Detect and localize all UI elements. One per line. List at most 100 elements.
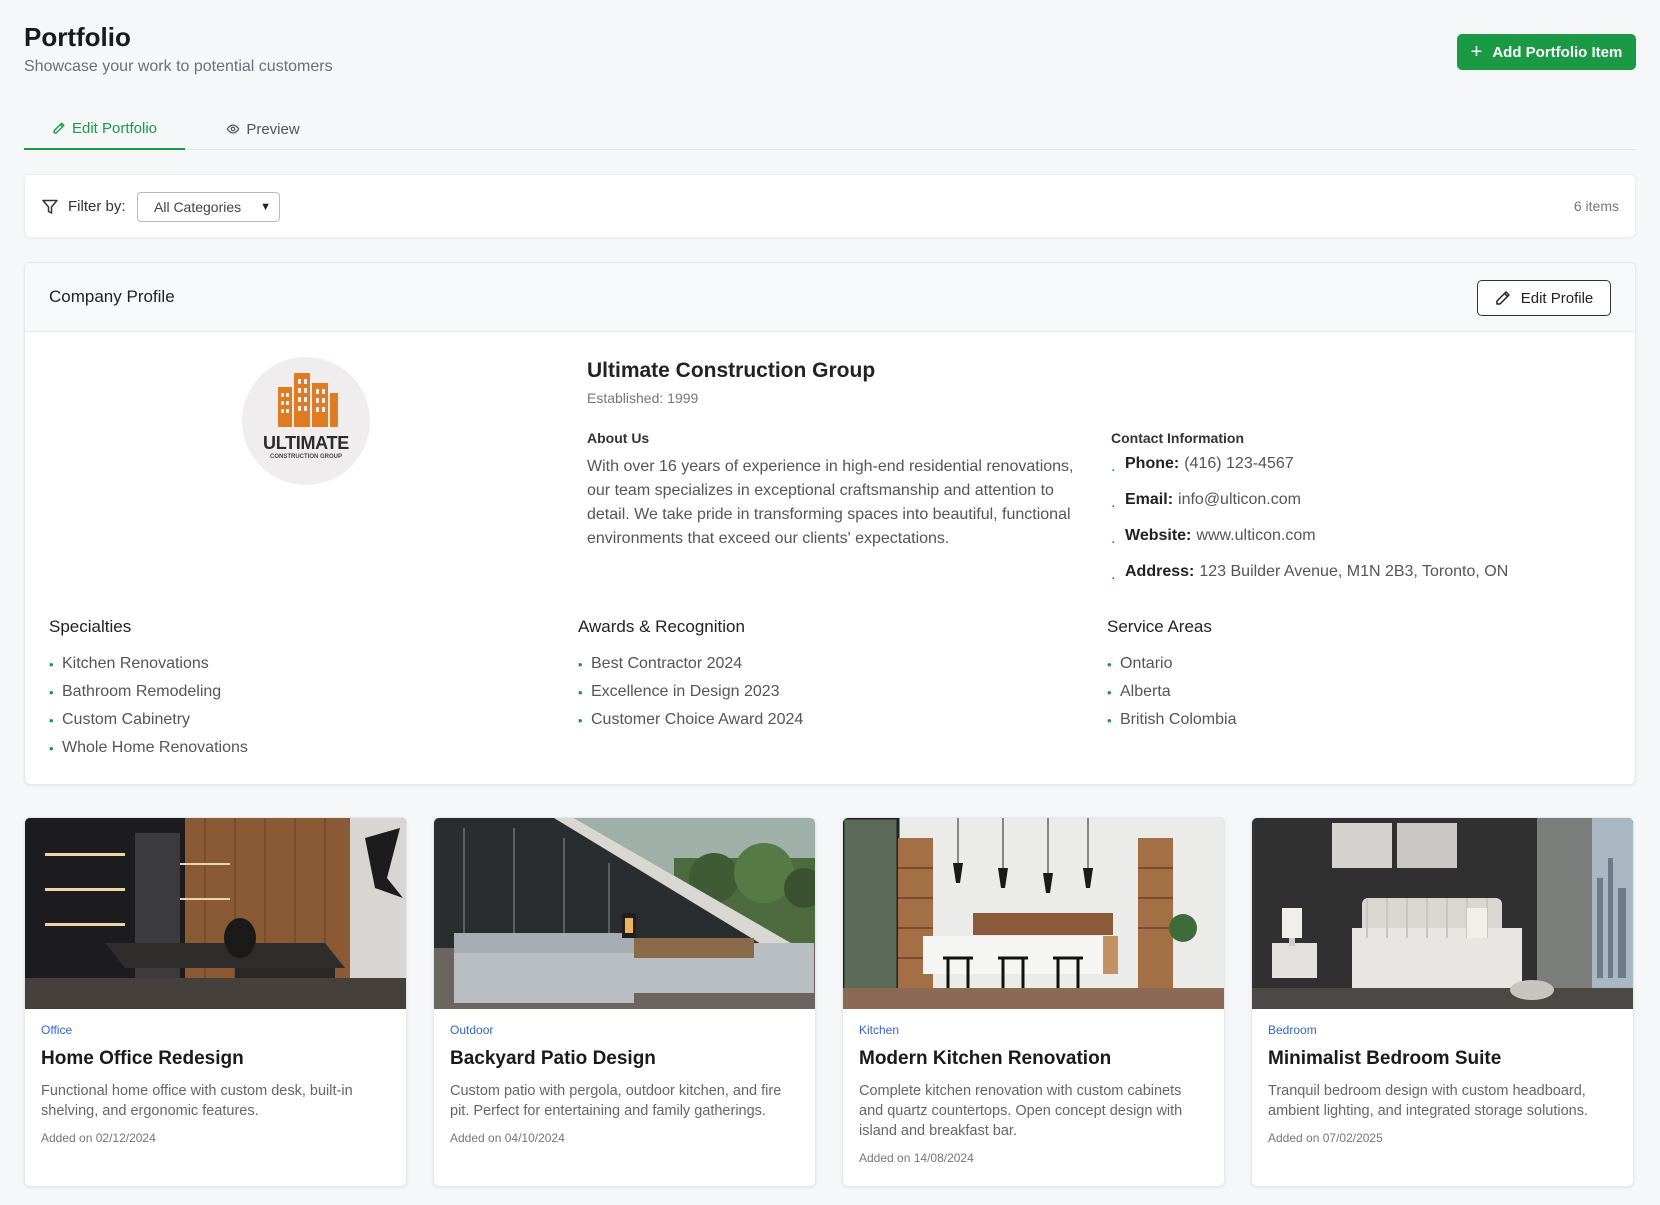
card-category: Office: [41, 1023, 73, 1037]
card-category: Outdoor: [450, 1023, 494, 1037]
bedroom-image: [1252, 818, 1633, 1009]
tab-preview[interactable]: Preview: [208, 108, 318, 150]
list-item: • Best Contractor 2024: [578, 650, 803, 678]
portfolio-card[interactable]: Bedroom Minimalist Bedroom Suite Tranqui…: [1251, 817, 1634, 1187]
list-item: • Bathroom Remodeling: [49, 678, 248, 706]
eye-icon: [226, 124, 240, 134]
card-description: Tranquil bedroom design with custom head…: [1268, 1083, 1589, 1119]
card-title: Backyard Patio Design: [450, 1048, 656, 1069]
contact-label: Address:: [1125, 563, 1195, 580]
contact-phone: . Phone: (416) 123-4567: [1111, 455, 1508, 491]
specialty-label: Custom Cabinetry: [62, 711, 191, 728]
pencil-icon: [1495, 291, 1510, 305]
card-date: Added on 07/02/2025: [1268, 1131, 1383, 1145]
bullet-icon: •: [49, 684, 54, 700]
award-label: Best Contractor 2024: [591, 655, 743, 672]
list-item: • Ontario: [1107, 650, 1236, 678]
add-portfolio-item-button[interactable]: + Add Portfolio Item: [1457, 34, 1636, 70]
portfolio-card[interactable]: Outdoor Backyard Patio Design Custom pat…: [433, 817, 816, 1187]
company-profile-card: Company Profile Edit Profile ULTIMATE CO…: [24, 262, 1636, 785]
edit-profile-button[interactable]: Edit Profile: [1477, 280, 1611, 316]
portfolio-image: [25, 818, 406, 1009]
page-header: Portfolio Showcase your work to potentia…: [24, 0, 1636, 90]
contact-value: www.ulticon.com: [1196, 527, 1316, 544]
contact-value: (416) 123-4567: [1184, 455, 1294, 472]
list-item: • Whole Home Renovations: [49, 734, 248, 762]
card-description: Custom patio with pergola, outdoor kitch…: [450, 1083, 782, 1119]
area-label: Ontario: [1120, 655, 1173, 672]
service-areas-heading: Service Areas: [1107, 617, 1212, 636]
established-year: Established: 1999: [587, 390, 699, 406]
company-logo: ULTIMATE CONSTRUCTION GROUP: [242, 357, 370, 485]
contact-label: Phone:: [1125, 455, 1180, 472]
page-subtitle: Showcase your work to potential customer…: [24, 58, 333, 75]
specialties-heading: Specialties: [49, 617, 132, 636]
add-portfolio-item-label: Add Portfolio Item: [1492, 43, 1623, 61]
portfolio-image: [434, 818, 815, 1009]
bullet-icon: •: [49, 740, 54, 756]
contact-info-heading: Contact Information: [1111, 430, 1244, 446]
bullet-icon: •: [578, 656, 583, 672]
area-label: Alberta: [1120, 683, 1171, 700]
tab-edit-portfolio[interactable]: Edit Portfolio: [24, 108, 185, 150]
specialty-label: Whole Home Renovations: [62, 739, 248, 756]
office-image: [25, 818, 406, 1009]
tab-edit-portfolio-label: Edit Portfolio: [71, 119, 158, 137]
card-body: Office Home Office Redesign Functional h…: [25, 1009, 406, 1145]
portfolio-image: [843, 818, 1224, 1009]
bullet-icon: •: [578, 712, 583, 728]
about-us-text: With over 16 years of experience in high…: [587, 458, 1074, 547]
bullet-icon: •: [1107, 712, 1112, 728]
company-profile-header: Company Profile Edit Profile: [25, 263, 1635, 332]
category-filter-select[interactable]: All Categories ▼: [137, 192, 280, 222]
category-filter-value: All Categories: [154, 199, 242, 215]
list-item: • Custom Cabinetry: [49, 706, 248, 734]
card-category: Bedroom: [1268, 1023, 1317, 1037]
contact-label: Email:: [1125, 491, 1174, 508]
award-label: Customer Choice Award 2024: [591, 711, 804, 728]
bullet-icon: •: [578, 684, 583, 700]
logo-subtext: CONSTRUCTION GROUP: [270, 454, 342, 460]
portfolio-card[interactable]: Office Home Office Redesign Functional h…: [24, 817, 407, 1187]
company-name: Ultimate Construction Group: [587, 359, 876, 382]
awards-list: • Best Contractor 2024 • Excellence in Des…: [578, 650, 803, 734]
filter-icon: [42, 199, 58, 214]
portfolio-card[interactable]: Kitchen Modern Kitchen Renovation Comple…: [842, 817, 1225, 1187]
pencil-icon: [53, 122, 65, 134]
items-count: 6 items: [1573, 198, 1619, 214]
bullet-icon: •: [49, 712, 54, 728]
contact-email: . Email: info@ulticon.com: [1111, 491, 1508, 527]
contact-label: Website:: [1125, 527, 1192, 544]
kitchen-image: [843, 818, 1224, 1009]
tab-bar: Edit Portfolio Preview: [24, 108, 1636, 150]
list-item: • Kitchen Renovations: [49, 650, 248, 678]
contact-website: . Website: www.ulticon.com: [1111, 527, 1508, 563]
specialties-list: • Kitchen Renovations • Bathroom Remodelin…: [49, 650, 248, 762]
list-item: • Excellence in Design 2023: [578, 678, 803, 706]
card-title: Home Office Redesign: [41, 1048, 244, 1069]
specialty-label: Kitchen Renovations: [62, 655, 209, 672]
awards-heading: Awards & Recognition: [578, 617, 745, 636]
card-date: Added on 02/12/2024: [41, 1131, 156, 1145]
card-body: Kitchen Modern Kitchen Renovation Comple…: [843, 1009, 1224, 1165]
bullet-icon: .: [1111, 494, 1116, 511]
service-areas-list: • Ontario • Alberta • British Colombia: [1107, 650, 1236, 734]
bullet-icon: •: [1107, 656, 1112, 672]
portfolio-image: [1252, 818, 1633, 1009]
card-date: Added on 14/08/2024: [859, 1151, 974, 1165]
award-label: Excellence in Design 2023: [591, 683, 780, 700]
contact-address: . Address: 123 Builder Avenue, M1N 2B3, To…: [1111, 563, 1508, 599]
plus-icon: +: [1470, 41, 1483, 63]
bullet-icon: •: [1107, 684, 1112, 700]
chevron-down-icon: ▼: [260, 201, 271, 213]
area-label: British Colombia: [1120, 711, 1237, 728]
contact-value: 123 Builder Avenue, M1N 2B3, Toronto, ON: [1199, 563, 1509, 580]
card-body: Outdoor Backyard Patio Design Custom pat…: [434, 1009, 815, 1145]
card-description: Complete kitchen renovation with custom …: [859, 1083, 1183, 1139]
contact-value: info@ulticon.com: [1178, 491, 1301, 508]
contact-info-list: . Phone: (416) 123-4567 . Email: info@ultico…: [1111, 455, 1508, 599]
building-logo-icon: [278, 373, 338, 427]
card-category: Kitchen: [859, 1023, 900, 1037]
logo-text: ULTIMATE: [263, 433, 349, 453]
card-date: Added on 04/10/2024: [450, 1131, 565, 1145]
